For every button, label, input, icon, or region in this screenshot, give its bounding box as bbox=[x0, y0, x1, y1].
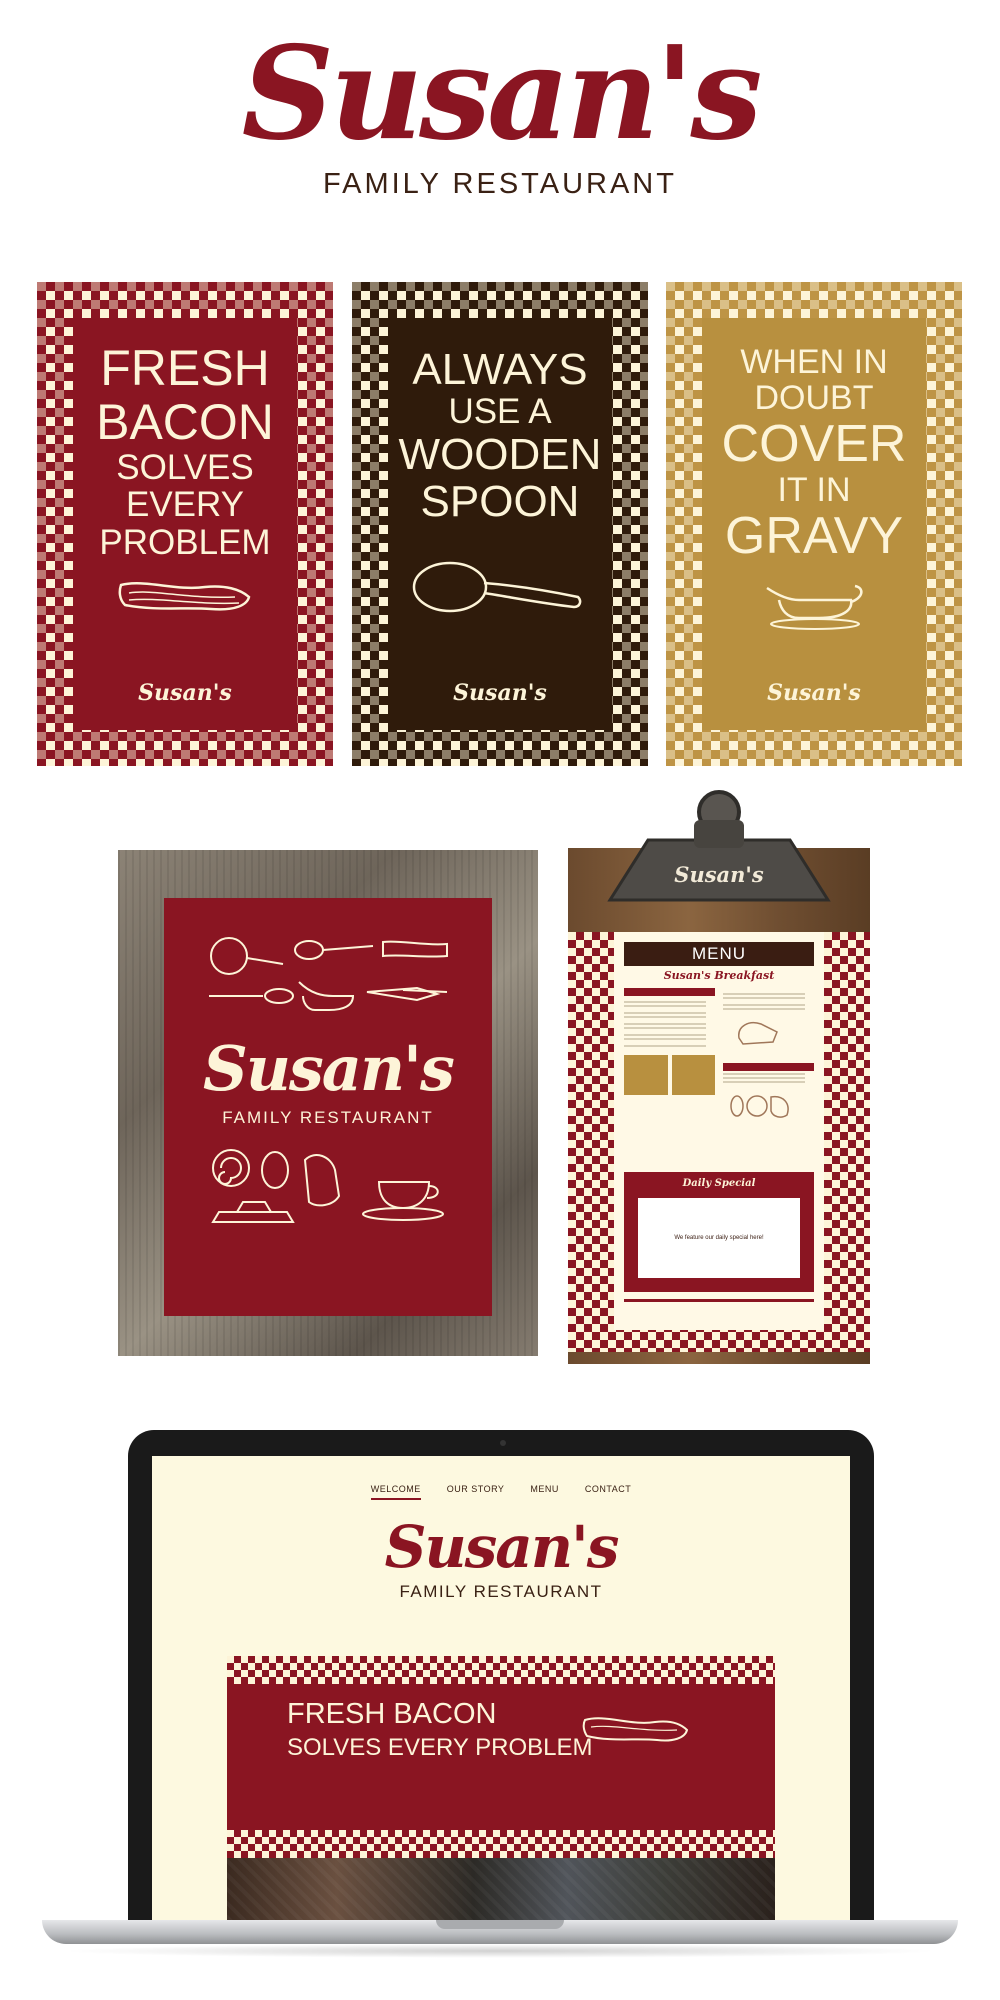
poster-logo: Susan's bbox=[138, 680, 232, 706]
daily-special: Daily Special We feature our daily speci… bbox=[624, 1172, 814, 1292]
gravy-boat-icon bbox=[766, 585, 863, 631]
menu-sheet: MENU Susan's Breakfast Daily Special We … bbox=[614, 932, 824, 1330]
hero-banner: FRESH BACON SOLVES EVERY PROBLEM bbox=[227, 1656, 775, 1858]
site-logo[interactable]: Susan's bbox=[152, 1518, 850, 1576]
brand-logo: Susan's bbox=[241, 19, 763, 169]
poster-text: ALWAYS USE A WOODEN SPOON bbox=[399, 346, 602, 525]
poster-line: COVER bbox=[721, 414, 907, 473]
framed-sign: Susan's FAMILY RESTAURANT bbox=[118, 850, 538, 1356]
header-logo: Susan's FAMILY RESTAURANT bbox=[0, 30, 1000, 201]
daily-special-text: We feature our daily special here! bbox=[638, 1198, 800, 1278]
gingham-strip bbox=[227, 1830, 775, 1858]
nav-our-story[interactable]: OUR STORY bbox=[447, 1484, 505, 1500]
poster-line: BACON bbox=[96, 393, 274, 450]
poster-logo: Susan's bbox=[453, 680, 547, 706]
menu-paper: MENU Susan's Breakfast Daily Special We … bbox=[568, 932, 870, 1352]
site-tagline: FAMILY RESTAURANT bbox=[399, 1582, 603, 1601]
sign-tagline: FAMILY RESTAURANT bbox=[222, 1108, 434, 1127]
poster-line: EVERY bbox=[125, 485, 245, 525]
poster-wooden-spoon: ALWAYS USE A WOODEN SPOON Susan's bbox=[352, 282, 648, 766]
bread-icon bbox=[730, 1095, 789, 1118]
oven-mitt-icon bbox=[738, 1022, 778, 1045]
poster-fresh-bacon: FRESH BACON SOLVES EVERY PROBLEM Susan's bbox=[37, 282, 333, 766]
poster-line: WOODEN bbox=[398, 429, 602, 479]
laptop-shadow bbox=[60, 1944, 940, 1958]
menu-title: MENU bbox=[624, 942, 814, 966]
poster-line: WHEN IN bbox=[740, 343, 888, 381]
poster-gravy: WHEN IN DOUBT COVER IT IN GRAVY Susan's bbox=[666, 282, 962, 766]
nav-welcome[interactable]: WELCOME bbox=[370, 1484, 421, 1500]
nav-contact[interactable]: CONTACT bbox=[585, 1484, 631, 1500]
kitchen-utensils-icon bbox=[209, 937, 448, 1011]
brand-tagline: FAMILY RESTAURANT bbox=[323, 168, 677, 200]
poster-line: SPOON bbox=[420, 476, 580, 526]
menu-subtitle: Susan's Breakfast bbox=[663, 969, 775, 982]
wooden-spoon-icon bbox=[412, 561, 582, 612]
bacon-icon bbox=[582, 1717, 689, 1742]
site-nav: WELCOME OUR STORY MENU CONTACT bbox=[152, 1484, 850, 1500]
camera-icon bbox=[500, 1440, 506, 1446]
menu-column-left bbox=[624, 988, 715, 1126]
clipboard-clip-icon bbox=[607, 790, 831, 902]
daily-special-title: Daily Special bbox=[682, 1178, 756, 1189]
website-screen: WELCOME OUR STORY MENU CONTACT Susan's F… bbox=[152, 1456, 850, 1920]
menu-columns bbox=[624, 988, 814, 1126]
poster-logo: Susan's bbox=[767, 680, 861, 706]
poster-line: DOUBT bbox=[754, 379, 874, 418]
nav-menu[interactable]: MENU bbox=[530, 1484, 559, 1500]
menu-footer-bar bbox=[624, 1299, 814, 1302]
poster-line: SOLVES bbox=[116, 448, 254, 487]
poster-line: ALWAYS bbox=[412, 345, 588, 394]
menu-section-header bbox=[624, 988, 715, 996]
sign-logo: Susan's bbox=[203, 1032, 455, 1105]
poster-line: FRESH bbox=[100, 340, 270, 396]
poster-text: FRESH BACON SOLVES EVERY PROBLEM bbox=[96, 340, 274, 562]
laptop: WELCOME OUR STORY MENU CONTACT Susan's F… bbox=[128, 1430, 874, 1920]
breakfast-items-icon bbox=[211, 1149, 444, 1223]
poster-line: IT IN bbox=[777, 471, 851, 510]
laptop-notch bbox=[436, 1920, 564, 1929]
poster-line: USE A bbox=[448, 392, 552, 432]
sign-panel: Susan's FAMILY RESTAURANT bbox=[164, 898, 492, 1316]
hero-photo bbox=[227, 1858, 775, 1920]
poster-line: GRAVY bbox=[724, 506, 904, 565]
hero-line-1: FRESH BACON bbox=[287, 1698, 497, 1730]
menu-column-right bbox=[723, 988, 814, 1126]
hero-line-2: SOLVES EVERY PROBLEM bbox=[287, 1734, 593, 1761]
gingham-strip bbox=[227, 1656, 775, 1684]
poster-line: PROBLEM bbox=[99, 522, 271, 562]
bacon-icon bbox=[118, 582, 251, 611]
clipboard-logo: Susan's bbox=[674, 862, 764, 887]
poster-text: WHEN IN DOUBT COVER IT IN GRAVY bbox=[722, 344, 907, 564]
menu-section-header bbox=[723, 1063, 814, 1071]
